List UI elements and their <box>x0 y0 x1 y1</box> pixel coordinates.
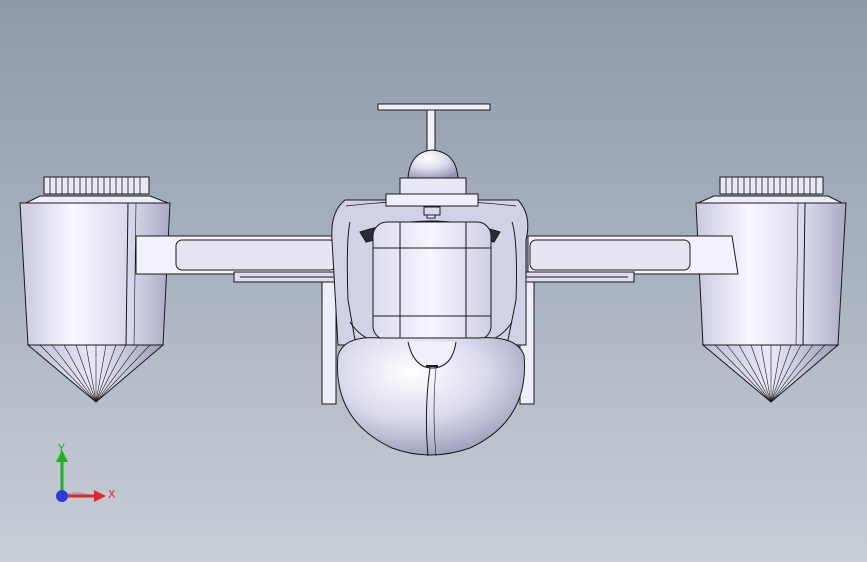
left-motor-shoulder <box>25 195 169 204</box>
battery-box <box>349 221 513 343</box>
x-axis-arrow <box>94 490 106 502</box>
lower-hull <box>336 337 526 457</box>
x-axis-label: X <box>108 488 116 501</box>
y-axis-label: Y <box>57 442 65 455</box>
graphics-viewport[interactable]: Y X <box>0 0 867 562</box>
right-motor-shoulder <box>697 195 843 204</box>
antenna-crossbar <box>377 103 491 111</box>
left-frame-plate <box>321 281 337 405</box>
antenna-mast <box>377 103 491 219</box>
left-motor-cap <box>43 176 150 195</box>
top-dome <box>407 149 459 179</box>
left-motor-pod <box>19 176 171 403</box>
right-motor-pod <box>695 176 847 403</box>
cad-model-front-view <box>19 103 847 457</box>
reference-triad: Y X <box>56 442 116 502</box>
z-axis-dot <box>56 490 68 502</box>
dome-base <box>399 177 467 195</box>
right-motor-cap <box>719 176 824 195</box>
antenna-clamp <box>423 206 441 216</box>
left-arm <box>135 235 347 283</box>
